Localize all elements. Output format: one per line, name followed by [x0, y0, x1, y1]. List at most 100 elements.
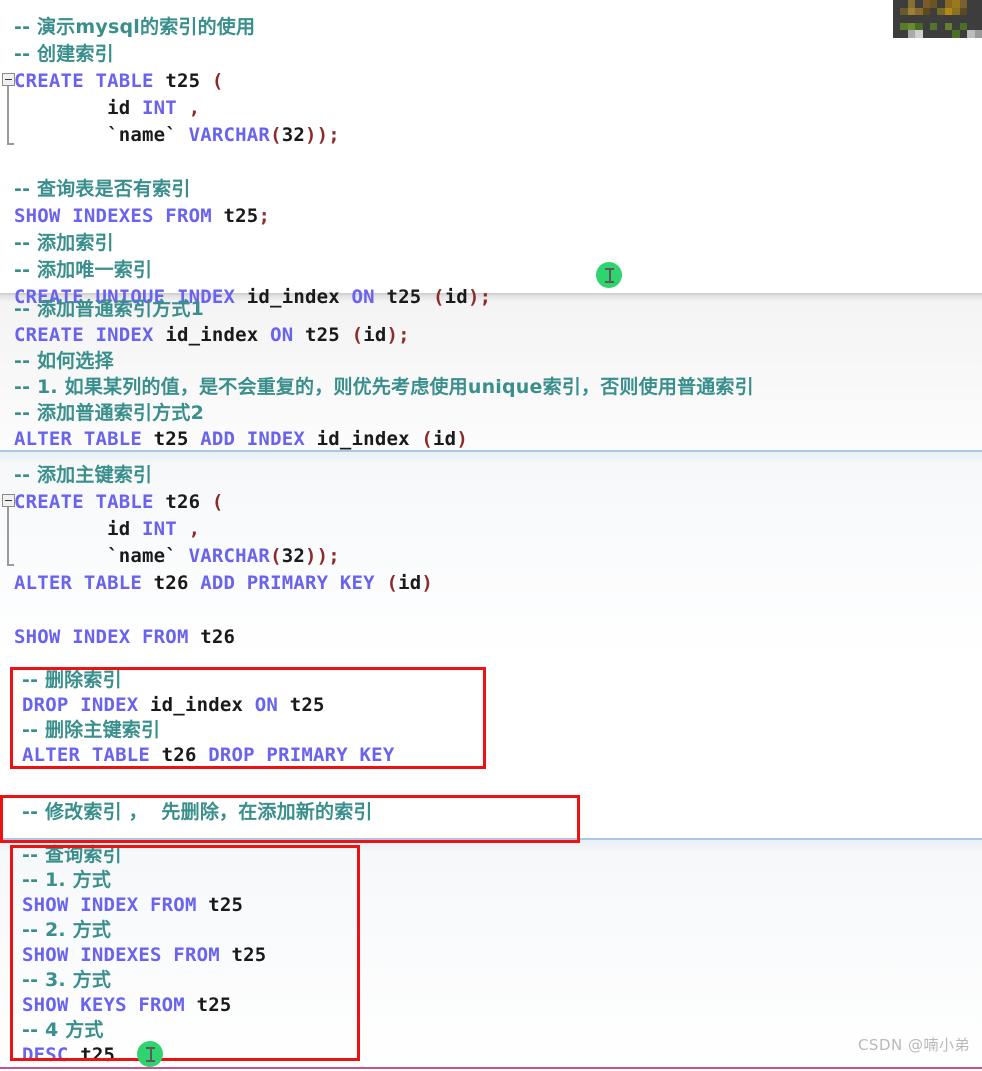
redaction-pixel: [930, 22, 938, 31]
code-token-kw: ADD PRIMARY KEY: [200, 572, 387, 594]
code-token-punc: (: [211, 70, 224, 92]
code-token-kw: CREATE TABLE: [14, 491, 166, 513]
code-fold-bracket: [7, 86, 9, 143]
code-token-ident: id: [363, 324, 387, 346]
code-line[interactable]: -- 删除主键索引: [22, 719, 160, 741]
code-line[interactable]: DESC t25: [22, 1044, 115, 1066]
code-token-cmt: -- 1. 如果某列的值，是不会重复的，则优先考虑使用unique索引，否则使用…: [14, 376, 754, 398]
code-line[interactable]: SHOW INDEXES FROM t25: [22, 944, 266, 966]
redaction-pixel: [922, 15, 931, 23]
code-fold-toggle-icon[interactable]: [2, 494, 15, 507]
redaction-pixel: [959, 15, 968, 23]
code-line[interactable]: -- 添加索引: [14, 232, 114, 254]
code-token-cmt: -- 2. 方式: [22, 919, 112, 941]
redaction-pixel: [944, 30, 953, 38]
code-line[interactable]: -- 1. 如果某列的值，是不会重复的，则优先考虑使用unique索引，否则使用…: [14, 376, 754, 398]
code-line[interactable]: ALTER TABLE t26 ADD PRIMARY KEY (id): [14, 572, 433, 594]
redaction-pixel: [967, 7, 975, 16]
redaction-pixel: [944, 0, 953, 8]
code-token-ident: t25: [223, 205, 259, 227]
code-token-ident: id_index: [165, 324, 271, 346]
code-line[interactable]: ALTER TABLE t25 ADD INDEX id_index (id): [14, 428, 468, 450]
redaction-pixel: [915, 30, 923, 38]
code-line[interactable]: -- 查询索引: [22, 844, 122, 866]
code-token-kw: ADD INDEX: [200, 428, 317, 450]
code-line[interactable]: -- 2. 方式: [22, 919, 111, 941]
code-fold-bracket-foot: [7, 563, 14, 566]
code-token-punc: ;: [258, 205, 271, 227]
code-line[interactable]: -- 如何选择: [14, 350, 114, 372]
code-token-kw: INT: [142, 518, 189, 540]
code-token-ident: id: [398, 572, 422, 594]
code-line[interactable]: -- 添加主键索引: [14, 464, 152, 486]
pixelated-redaction-overlay: [893, 0, 982, 38]
redaction-pixel: [900, 0, 908, 8]
redaction-pixel: [967, 30, 975, 38]
code-line[interactable]: SHOW INDEX FROM t26: [14, 626, 235, 648]
redaction-pixel: [944, 22, 953, 31]
redaction-pixel: [915, 15, 923, 23]
code-token-kw: ALTER TABLE: [14, 572, 154, 594]
redaction-pixel: [974, 15, 982, 23]
code-line[interactable]: id INT ,: [14, 97, 200, 119]
code-token-punc: (: [270, 124, 282, 146]
code-token-kw: CREATE INDEX: [14, 324, 166, 346]
code-line[interactable]: `name` VARCHAR(32));: [14, 124, 340, 146]
code-line[interactable]: `name` VARCHAR(32));: [14, 545, 340, 567]
code-token-kw: ALTER TABLE: [22, 744, 162, 766]
code-token-kw: INT: [142, 97, 189, 119]
redaction-pixel: [952, 15, 960, 23]
code-line[interactable]: -- 4 方式: [22, 1019, 104, 1041]
code-line[interactable]: -- 修改索引 ， 先删除，在添加新的索引: [22, 801, 373, 823]
redaction-pixel: [893, 7, 901, 16]
code-token-cmt: -- 添加主键索引: [14, 464, 153, 486]
redaction-pixel: [907, 7, 916, 16]
redaction-pixel: [930, 15, 938, 23]
code-line[interactable]: -- 演示mysql的索引的使用: [14, 16, 255, 38]
redaction-pixel: [974, 0, 982, 8]
code-line[interactable]: -- 添加唯一索引: [14, 259, 152, 281]
code-token-punc: (: [421, 428, 434, 450]
code-line[interactable]: -- 查询表是否有索引: [14, 178, 191, 200]
code-line[interactable]: id INT ,: [14, 518, 200, 540]
redaction-pixel: [967, 22, 975, 31]
sql-editor[interactable]: -- 演示mysql的索引的使用 -- 创建索引 CREATE TABLE t25 …: [0, 0, 982, 1071]
code-token-cmt: -- 删除索引: [22, 669, 122, 691]
code-token-num: 32: [281, 124, 305, 146]
mouse-cursor-bottom: [137, 1041, 163, 1067]
code-token-kw: CREATE TABLE: [14, 70, 166, 92]
redaction-pixel: [959, 7, 968, 16]
code-line[interactable]: -- 1. 方式: [22, 869, 111, 891]
code-token-kw: SHOW INDEXES FROM: [14, 205, 224, 227]
code-line[interactable]: SHOW INDEX FROM t25: [22, 894, 243, 916]
redaction-pixel: [893, 30, 901, 38]
code-token-ident: id: [14, 518, 143, 540]
redaction-pixel: [915, 7, 923, 16]
code-line[interactable]: -- 3. 方式: [22, 969, 111, 991]
code-line[interactable]: ALTER TABLE t26 DROP PRIMARY KEY: [22, 744, 394, 766]
redaction-pixel: [930, 0, 938, 8]
create-index-section[interactable]: [0, 0, 982, 293]
code-token-punc: ));: [305, 545, 340, 567]
code-fold-toggle-icon[interactable]: [2, 73, 15, 86]
code-line[interactable]: DROP INDEX id_index ON t25: [22, 694, 325, 716]
code-line[interactable]: -- 添加普通索引方式1: [14, 298, 204, 320]
code-token-punc: ));: [305, 124, 340, 146]
code-line[interactable]: CREATE INDEX id_index ON t25 (id);: [14, 324, 410, 346]
code-line[interactable]: -- 创建索引: [14, 43, 114, 65]
code-line[interactable]: -- 删除索引: [22, 669, 122, 691]
code-token-kw: DROP INDEX: [22, 694, 151, 716]
code-line[interactable]: -- 添加普通索引方式2: [14, 402, 204, 424]
code-line[interactable]: CREATE TABLE t26 (: [14, 491, 224, 513]
code-line[interactable]: SHOW KEYS FROM t25: [22, 994, 232, 1016]
redaction-pixel: [937, 15, 945, 23]
code-line[interactable]: SHOW INDEXES FROM t25;: [14, 205, 270, 227]
code-token-ident: t25: [231, 944, 267, 966]
code-line[interactable]: CREATE TABLE t25 (: [14, 70, 224, 92]
code-fold-bracket: [7, 507, 9, 564]
redaction-pixel: [930, 7, 938, 16]
code-token-num: 32: [281, 545, 305, 567]
code-token-kw: VARCHAR: [188, 545, 271, 567]
redaction-pixel: [915, 0, 923, 8]
text-cursor-icon: [145, 1046, 155, 1062]
